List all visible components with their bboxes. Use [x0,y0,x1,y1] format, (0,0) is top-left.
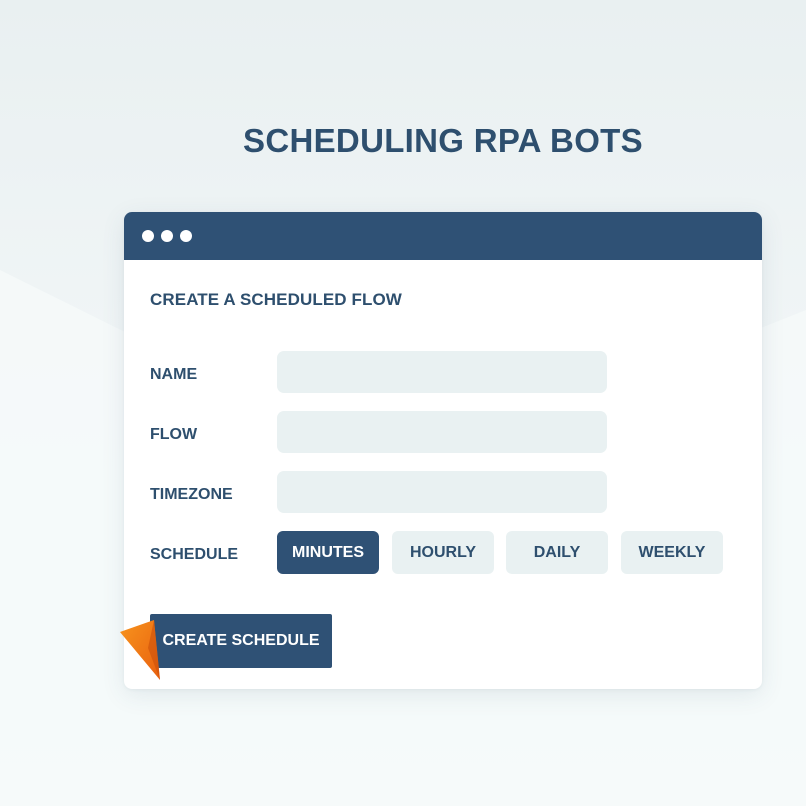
form-heading: CREATE A SCHEDULED FLOW [150,290,402,309]
schedule-label: SCHEDULE [150,546,239,563]
window-dot-icon[interactable] [161,230,173,242]
timezone-label: TIMEZONE [150,486,233,503]
window-titlebar [124,212,762,260]
window-dot-icon[interactable] [142,230,154,242]
name-label: NAME [150,366,198,383]
flow-label: FLOW [150,426,198,443]
create-schedule-button[interactable]: CREATE SCHEDULE [150,614,332,668]
app-window: CREATE A SCHEDULED FLOW NAME FLOW TIMEZO… [124,212,762,689]
cursor-arrow-icon [120,620,160,680]
schedule-option-weekly[interactable]: WEEKLY [621,531,723,574]
schedule-option-daily[interactable]: DAILY [506,531,608,574]
schedule-option-hourly[interactable]: HOURLY [392,531,494,574]
timezone-field[interactable] [277,471,607,513]
flow-field[interactable] [277,411,607,453]
name-field[interactable] [277,351,607,393]
window-dot-icon[interactable] [180,230,192,242]
window-controls [142,230,192,242]
page-title: SCHEDULING RPA BOTS [243,122,643,159]
schedule-option-minutes[interactable]: MINUTES [277,531,379,574]
